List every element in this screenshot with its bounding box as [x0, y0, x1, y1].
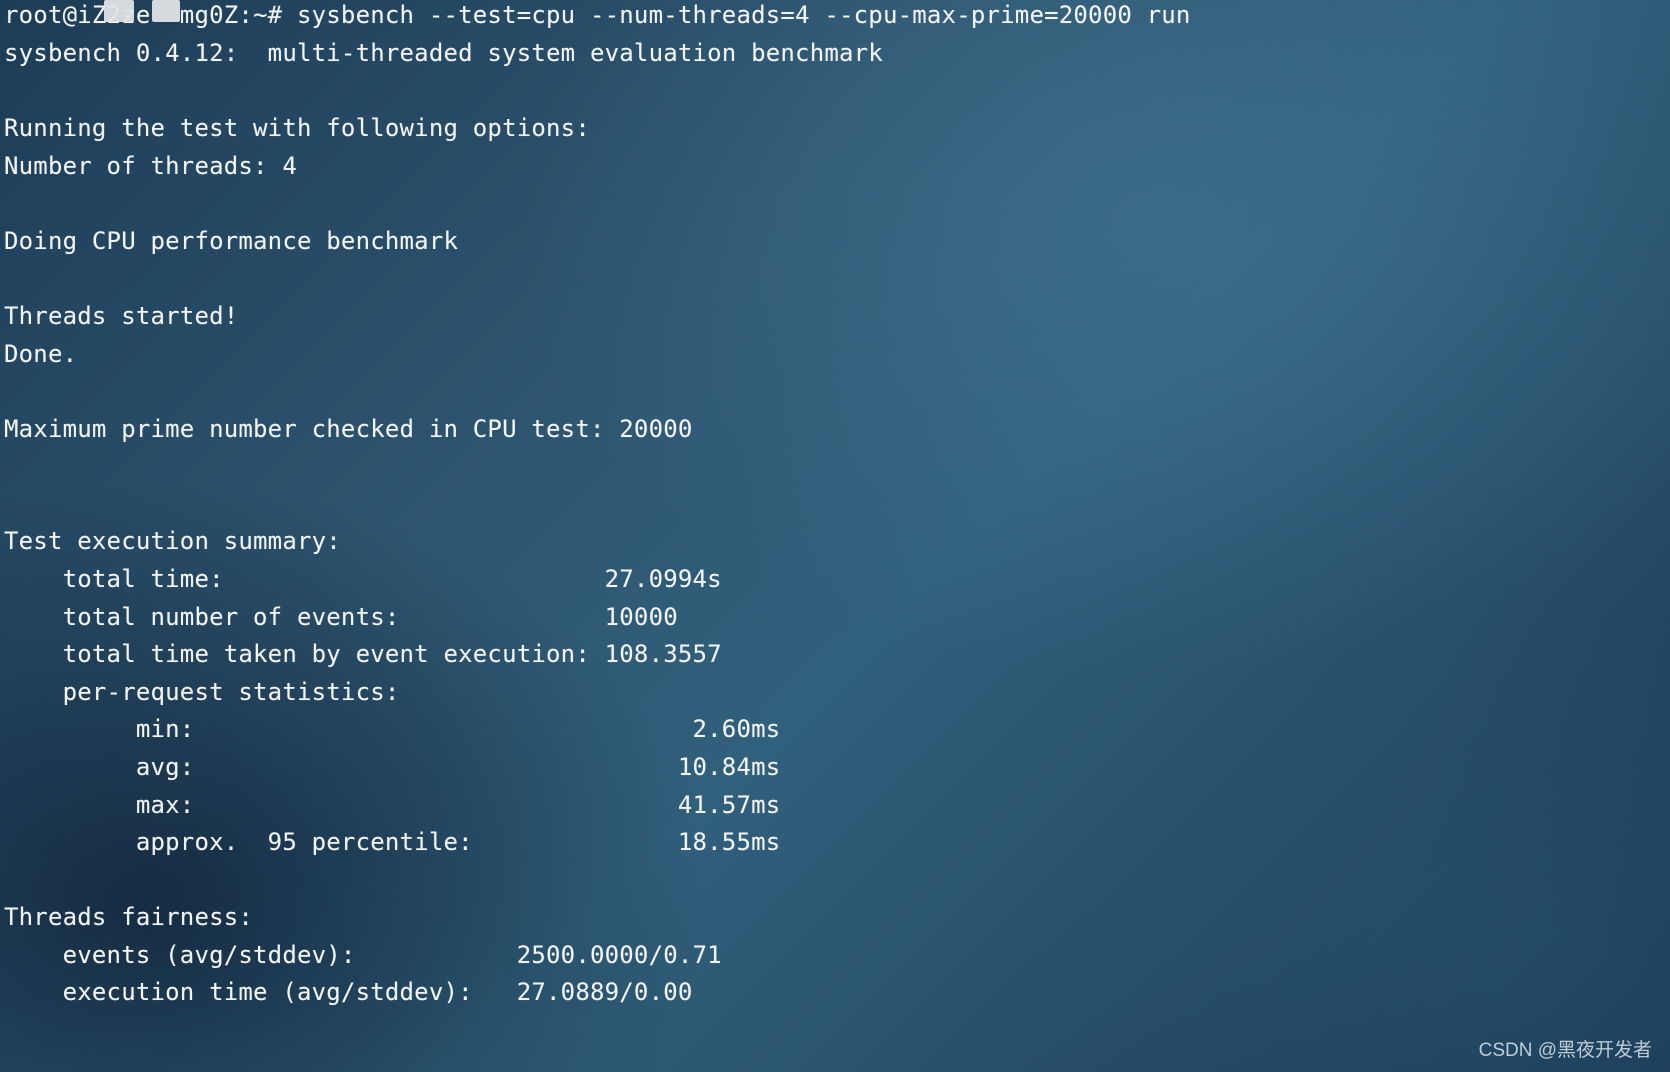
- sysbench-version-line: sysbench 0.4.12: multi-threaded system e…: [4, 39, 883, 67]
- fairness-heading: Threads fairness:: [4, 903, 254, 931]
- per-request-heading: per-request statistics:: [4, 678, 400, 706]
- done-line: Done.: [4, 340, 78, 368]
- stat-percentile-line: approx. 95 percentile: 18.55ms: [4, 828, 781, 856]
- watermark: CSDN @黑夜开发者: [1478, 1040, 1652, 1061]
- summary-heading: Test execution summary:: [4, 527, 341, 555]
- stat-min-line: min: 2.60ms: [4, 715, 781, 743]
- stat-avg-line: avg: 10.84ms: [4, 753, 781, 781]
- terminal-output: root@iZ2ze mg0Z:~# sysbench --test=cpu -…: [4, 0, 1644, 1072]
- threads-started-line: Threads started!: [4, 302, 239, 330]
- options-heading: Running the test with following options:: [4, 114, 590, 142]
- threads-count-line: Number of threads: 4: [4, 152, 297, 180]
- fairness-execution-time-line: execution time (avg/stddev): 27.0889/0.0…: [4, 978, 693, 1006]
- command-prompt-line: root@iZ2ze mg0Z:~# sysbench --test=cpu -…: [4, 1, 1191, 29]
- event-execution-time-line: total time taken by event execution: 108…: [4, 640, 722, 668]
- stat-max-line: max: 41.57ms: [4, 791, 781, 819]
- total-time-line: total time: 27.0994s: [4, 565, 722, 593]
- fairness-events-line: events (avg/stddev): 2500.0000/0.71: [4, 941, 722, 969]
- max-prime-line: Maximum prime number checked in CPU test…: [4, 415, 693, 443]
- benchmark-type-line: Doing CPU performance benchmark: [4, 227, 459, 255]
- redaction-block: [152, 0, 180, 22]
- redaction-block: [104, 0, 134, 22]
- total-events-line: total number of events: 10000: [4, 603, 678, 631]
